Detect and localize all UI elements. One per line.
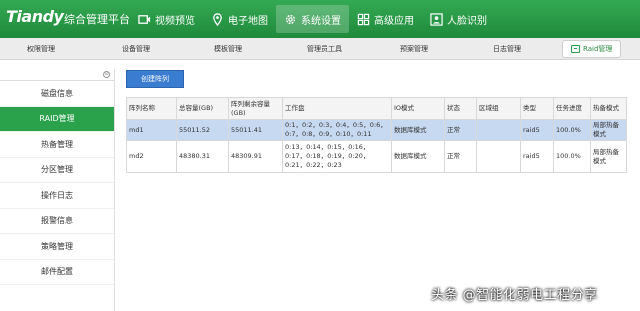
tab-raid[interactable]: Raid管理	[562, 40, 622, 58]
table-row[interactable]: md2 48380.31 48309.91 0:13，0:14，0:15，0:1…	[126, 140, 627, 173]
tab-raid-label: Raid管理	[583, 45, 613, 53]
table-cell: raid5	[520, 119, 554, 141]
column-header[interactable]: IO模式	[391, 97, 445, 120]
nav-label: 电子地图	[228, 15, 268, 27]
nav-label: 视频预览	[155, 15, 195, 27]
nav-system-settings[interactable]: 系统设置	[276, 5, 349, 33]
nav-label: 人脸识别	[447, 15, 487, 27]
table-cell: 100.0%	[553, 119, 591, 141]
sidebar-item-disk-info[interactable]: 磁盘信息	[0, 81, 114, 107]
sidebar-item-hot-spare[interactable]: 热备管理	[0, 132, 114, 158]
column-header[interactable]: 热备模式	[590, 97, 627, 120]
table-cell: 局部热备模式	[590, 140, 627, 173]
table-cell	[476, 140, 521, 173]
tab-device[interactable]: 设备管理	[122, 38, 150, 60]
table-cell: md2	[126, 140, 177, 173]
tab-admin-tools[interactable]: 管理员工具	[307, 38, 342, 60]
column-header[interactable]: 任务进度	[553, 97, 591, 120]
sidebar: ⊙ 磁盘信息 RAID管理 热备管理 分区管理 操作日志 报警信息 策略管理 邮…	[0, 69, 115, 311]
sidebar-item-partition[interactable]: 分区管理	[0, 158, 114, 183]
column-header[interactable]: 区域组	[476, 97, 521, 120]
sidebar-item-raid[interactable]: RAID管理	[0, 106, 114, 132]
table-cell: 100.0%	[553, 140, 591, 173]
table-cell: 正常	[444, 119, 477, 141]
sidebar-item-operation-log[interactable]: 操作日志	[0, 183, 114, 209]
nav-face-recognition[interactable]: 人脸识别	[422, 5, 495, 33]
column-header[interactable]: 工作盘	[282, 97, 392, 120]
top-header: Tiandy 综合管理平台 视频预览 电子地图 系统设置 高级应用 人脸识别	[0, 0, 640, 38]
column-header[interactable]: 类型	[520, 97, 554, 120]
collapse-icon[interactable]: ⊙	[103, 71, 110, 78]
map-icon	[213, 12, 222, 26]
nav-advanced-apps[interactable]: 高级应用	[349, 5, 422, 33]
table-cell: 48309.91	[228, 140, 283, 173]
create-array-button[interactable]: 创建阵列	[126, 70, 184, 88]
column-header[interactable]: 阵列名称	[126, 97, 177, 120]
video-preview-icon	[138, 14, 151, 24]
table-cell: 48380.31	[176, 140, 229, 173]
logo: Tiandy	[6, 7, 64, 26]
table-cell: raid5	[520, 140, 554, 173]
column-header[interactable]: 阵列剩余容量(GB)	[228, 97, 283, 120]
face-recognition-icon	[430, 12, 443, 26]
table-row[interactable]: md1 55011.52 55011.41 0:1，0:2，0:3，0:4，0:…	[126, 119, 627, 141]
main-nav: 视频预览 电子地图 系统设置 高级应用 人脸识别	[130, 5, 495, 33]
sidebar-item-policy[interactable]: 策略管理	[0, 234, 114, 260]
nav-label: 高级应用	[374, 15, 414, 27]
raid-array-table: 阵列名称 总容量(GB) 阵列剩余容量(GB) 工作盘 IO模式 状态 区域组 …	[126, 97, 627, 173]
tab-plan[interactable]: 预案管理	[400, 38, 428, 60]
raid-icon	[571, 45, 580, 53]
tab-log[interactable]: 日志管理	[493, 38, 521, 60]
table-cell: 55011.52	[176, 119, 229, 141]
sidebar-header: ⊙	[0, 69, 114, 81]
sidebar-item-email[interactable]: 邮件配置	[0, 260, 114, 285]
table-cell: 55011.41	[228, 119, 283, 141]
column-header[interactable]: 状态	[444, 97, 477, 120]
table-cell: 数据库模式	[391, 119, 445, 141]
app-title: 综合管理平台	[64, 13, 130, 26]
table-cell: md1	[126, 119, 177, 141]
sub-tab-bar: 权限管理 设备管理 模板管理 管理员工具 预案管理 日志管理 Raid管理	[0, 38, 640, 60]
table-cell: 正常	[444, 140, 477, 173]
table-cell: 0:13，0:14，0:15，0:16，0:17，0:18，0:19，0:20，…	[282, 140, 392, 173]
column-header[interactable]: 总容量(GB)	[176, 97, 229, 120]
watermark: 头条 @智能化弱电工程分享	[431, 288, 598, 303]
nav-label: 系统设置	[301, 15, 341, 27]
nav-video-preview[interactable]: 视频预览	[130, 5, 203, 33]
table-cell: 0:1，0:2，0:3，0:4，0:5，0:6，0:7，0:8，0:9，0:10…	[282, 119, 392, 141]
table-cell	[476, 119, 521, 141]
tab-permission[interactable]: 权限管理	[27, 38, 55, 60]
gear-icon	[285, 14, 296, 24]
table-header-row: 阵列名称 总容量(GB) 阵列剩余容量(GB) 工作盘 IO模式 状态 区域组 …	[126, 97, 627, 120]
table-cell: 数据库模式	[391, 140, 445, 173]
table-cell: 局部热备模式	[590, 119, 627, 141]
sidebar-item-alarm-info[interactable]: 报警信息	[0, 209, 114, 234]
grid-apps-icon	[357, 13, 370, 25]
nav-e-map[interactable]: 电子地图	[203, 5, 276, 33]
tab-template[interactable]: 模板管理	[214, 38, 242, 60]
